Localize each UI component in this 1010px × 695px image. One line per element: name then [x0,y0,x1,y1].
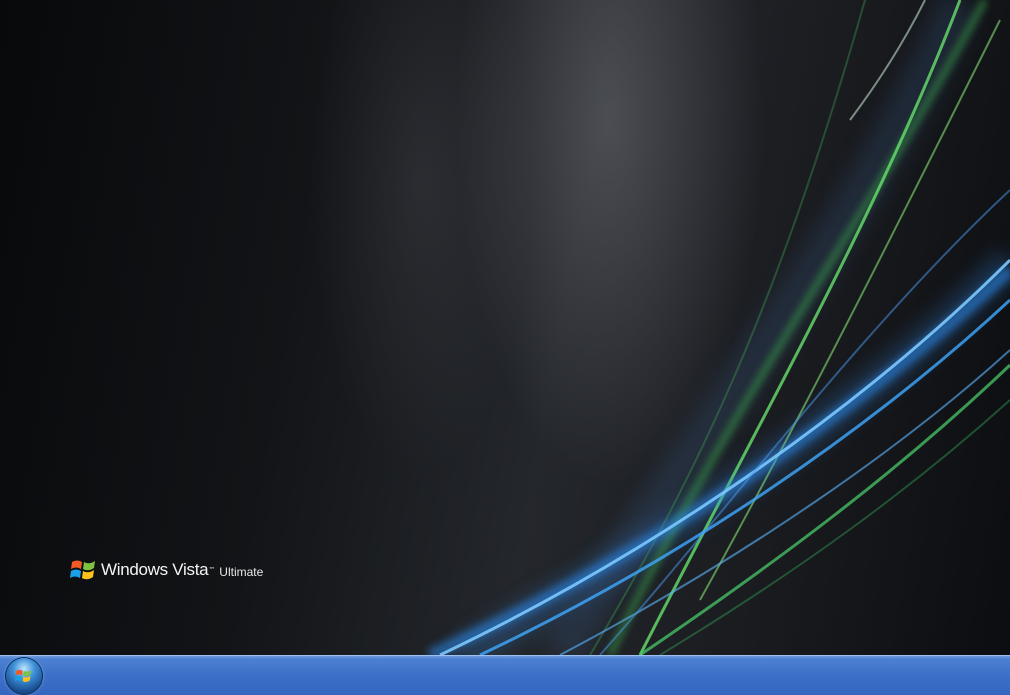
start-button[interactable] [6,658,42,694]
trademark-symbol: ™ [208,566,216,574]
windows-flag-icon [15,669,32,682]
brand-edition: Ultimate [219,565,264,579]
windows-flag-icon [70,560,95,580]
desktop[interactable]: Windows Vista ™ Ultimate [0,0,1010,655]
taskbar[interactable] [0,655,1010,695]
windows-vista-ultimate-logo: Windows Vista ™ Ultimate [70,556,263,584]
brand-name: Windows Vista [101,560,209,579]
